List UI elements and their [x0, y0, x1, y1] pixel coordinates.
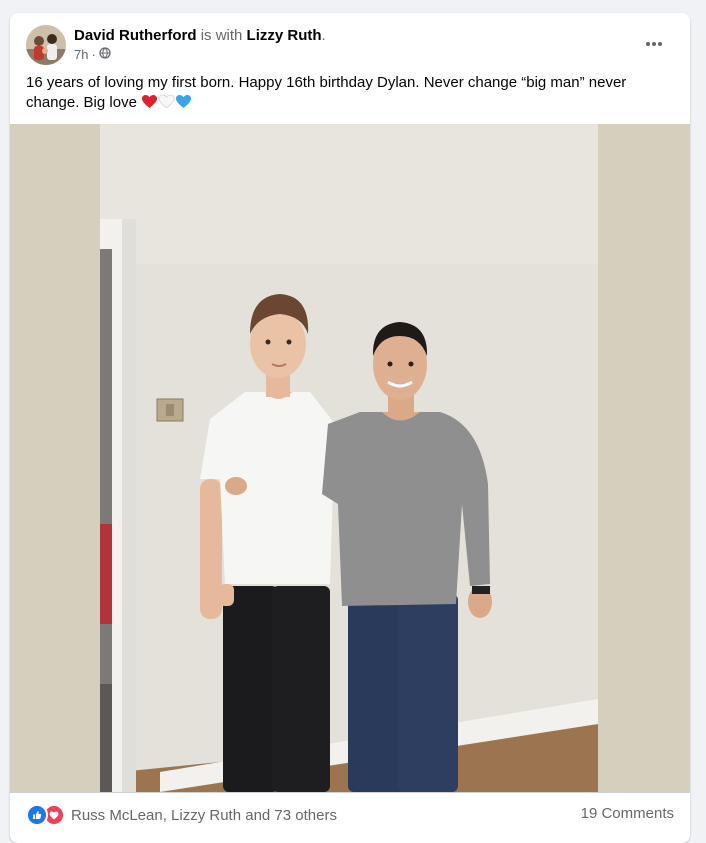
author-avatar[interactable]: [26, 25, 66, 65]
red-heart-icon: [141, 94, 158, 111]
more-options-button[interactable]: [636, 31, 672, 55]
post-footer: Russ McLean, Lizzy Ruth and 73 others 19…: [10, 792, 690, 833]
more-options-icon: [645, 34, 663, 52]
reactions-text[interactable]: Russ McLean, Lizzy Ruth and 73 others: [71, 807, 337, 824]
post-header: David Rutherford is with Lizzy Ruth. 7h …: [10, 13, 690, 73]
post-caption: 16 years of loving my first born. Happy …: [26, 73, 666, 113]
reactions-summary[interactable]: Russ McLean, Lizzy Ruth and 73 others: [26, 804, 337, 826]
blue-heart-icon: [175, 94, 192, 111]
comments-count[interactable]: 19 Comments: [581, 805, 674, 822]
with-text: is with: [200, 27, 243, 44]
like-icon: [26, 804, 48, 826]
post-time[interactable]: 7h: [74, 47, 88, 62]
meta-separator: ·: [91, 47, 96, 62]
with-suffix: .: [321, 27, 326, 44]
author-line: David Rutherford is with Lizzy Ruth.: [74, 27, 326, 45]
tagged-name[interactable]: Lizzy Ruth: [247, 27, 322, 44]
post-meta: 7h ·: [74, 47, 111, 62]
post-card: David Rutherford is with Lizzy Ruth. 7h …: [10, 13, 690, 843]
author-name[interactable]: David Rutherford: [74, 27, 197, 44]
globe-icon[interactable]: [99, 47, 111, 62]
white-heart-icon: [158, 94, 175, 111]
caption-text: 16 years of loving my first born. Happy …: [26, 74, 627, 111]
post-photo[interactable]: [10, 124, 690, 792]
